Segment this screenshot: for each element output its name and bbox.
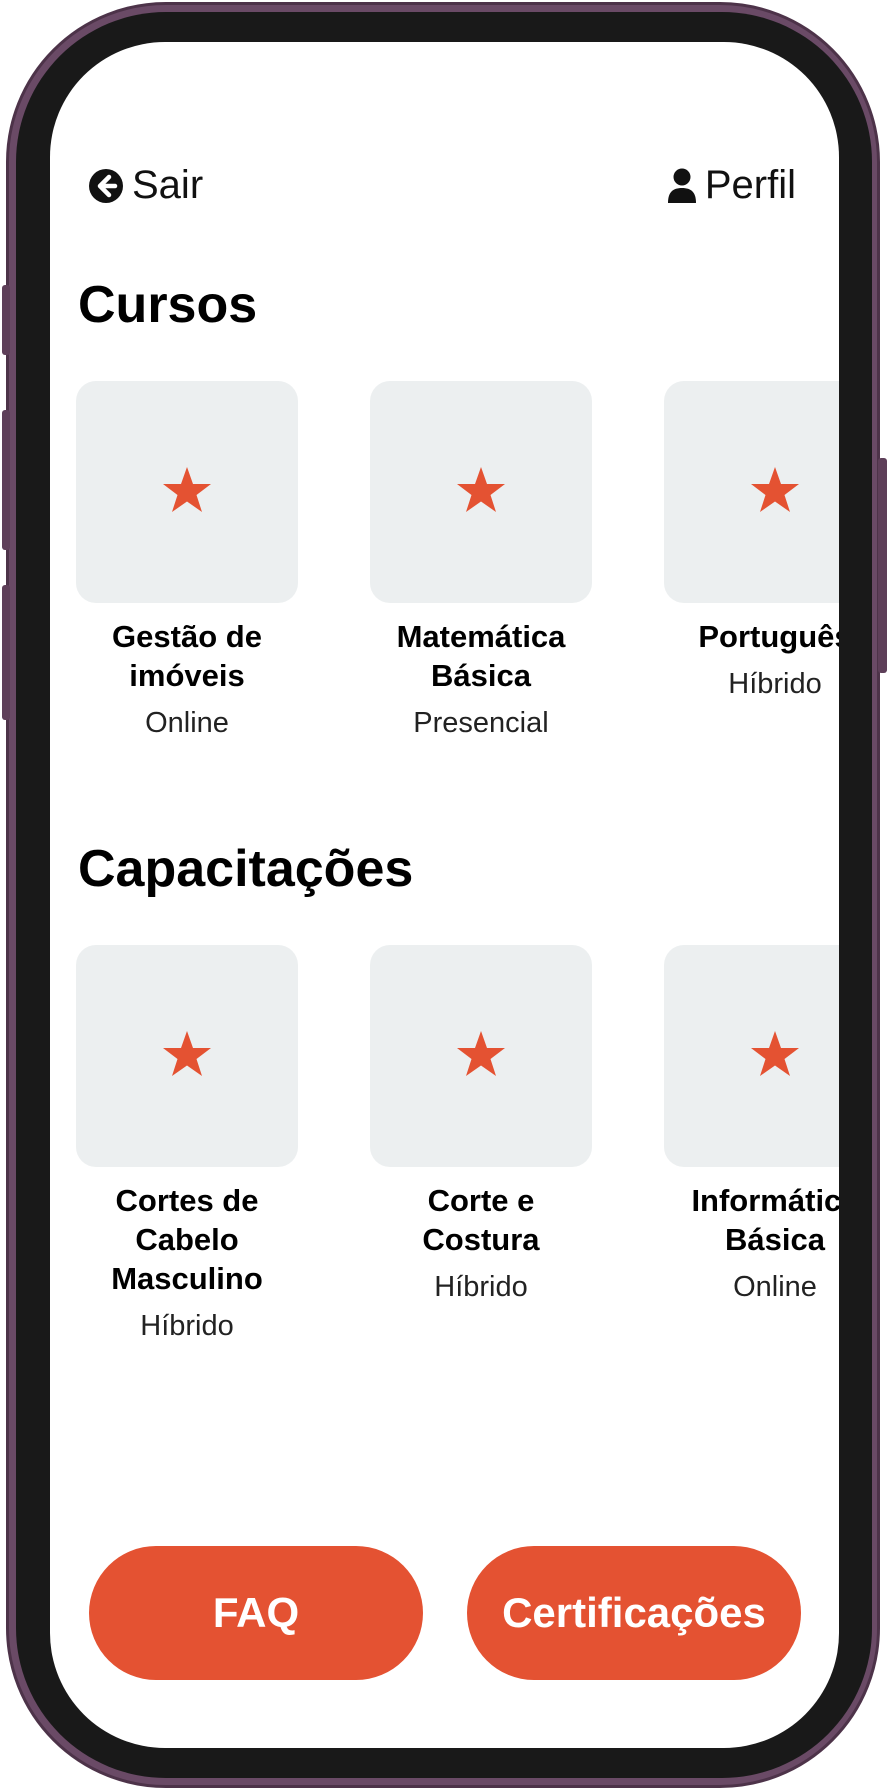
- course-title: Matemática Básica: [396, 619, 566, 693]
- course-card[interactable]: Matemática Básica Presencial: [370, 381, 592, 741]
- phone-side-button: [2, 410, 10, 550]
- training-title: Informática Básica: [691, 1183, 839, 1257]
- course-thumbnail: [370, 381, 592, 603]
- star-icon: [456, 466, 506, 519]
- faq-label: FAQ: [212, 1589, 300, 1636]
- faq-button[interactable]: FAQ: [89, 1546, 423, 1680]
- course-mode: Online: [145, 707, 229, 739]
- course-thumbnail: [664, 381, 839, 603]
- star-icon: [750, 466, 800, 519]
- star-icon: [750, 1030, 800, 1083]
- star-icon: [456, 1030, 506, 1083]
- training-thumbnail: [76, 945, 298, 1167]
- course-title: Gestão de imóveis: [112, 619, 262, 693]
- course-card[interactable]: Português Híbrido: [664, 381, 839, 702]
- course-mode: Presencial: [413, 707, 549, 739]
- trainings-list: Cortes de Cabelo Masculino Híbrido Corte…: [76, 945, 839, 1342]
- training-mode: Online: [733, 1271, 817, 1303]
- arrow-left-circle-icon: [88, 168, 124, 204]
- user-icon: [667, 168, 697, 204]
- phone-side-button: [2, 585, 10, 720]
- training-card[interactable]: Cortes de Cabelo Masculino Híbrido: [76, 945, 298, 1344]
- course-thumbnail: [76, 381, 298, 603]
- phone-side-button: [2, 285, 10, 355]
- profile-button[interactable]: Perfil: [667, 163, 796, 208]
- logout-button[interactable]: Sair: [88, 163, 203, 208]
- phone-side-button: [878, 458, 887, 673]
- trainings-title: Capacitações: [78, 840, 414, 898]
- profile-label: Perfil: [704, 163, 796, 207]
- course-title: Português: [698, 619, 839, 654]
- top-bar: Sair Perfil: [88, 163, 796, 215]
- training-thumbnail: [664, 945, 839, 1167]
- certifications-label: Certificações: [502, 1589, 766, 1636]
- course-mode: Híbrido: [728, 668, 822, 700]
- certifications-button[interactable]: Certificações: [467, 1546, 801, 1680]
- app-screen: Sair Perfil Cursos Gestão de imóveis Onl…: [50, 42, 839, 1748]
- training-mode: Híbrido: [434, 1271, 528, 1303]
- logout-label: Sair: [132, 163, 204, 207]
- training-card[interactable]: Informática Básica Online: [664, 945, 839, 1305]
- training-thumbnail: [370, 945, 592, 1167]
- training-title: Cortes de Cabelo Masculino: [111, 1183, 263, 1296]
- courses-title: Cursos: [78, 276, 258, 334]
- star-icon: [162, 466, 212, 519]
- training-title: Corte e Costura: [422, 1183, 540, 1257]
- course-card[interactable]: Gestão de imóveis Online: [76, 381, 298, 741]
- courses-list: Gestão de imóveis Online Matemática Bási…: [76, 381, 839, 761]
- star-icon: [162, 1030, 212, 1083]
- training-card[interactable]: Corte e Costura Híbrido: [370, 945, 592, 1305]
- training-mode: Híbrido: [140, 1310, 234, 1342]
